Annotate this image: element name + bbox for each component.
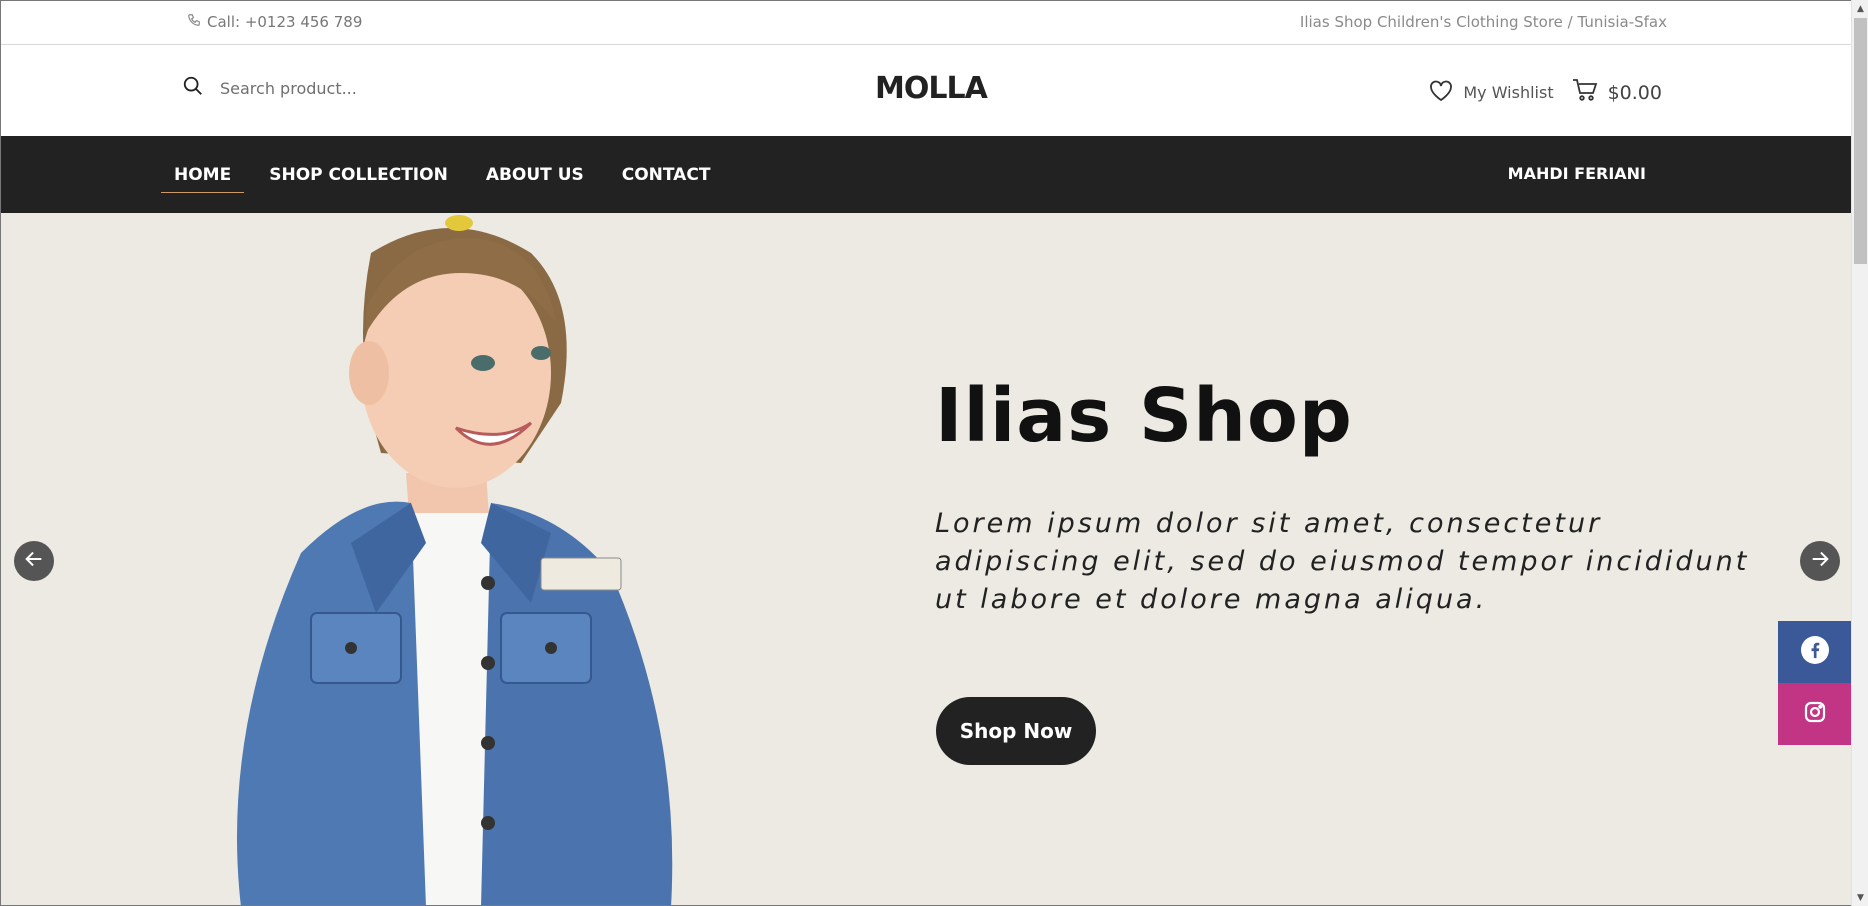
main-nav: HOME SHOP COLLECTION ABOUT US CONTACT MA…	[1, 136, 1851, 213]
phone-icon	[187, 13, 201, 31]
arrow-right-icon	[1809, 548, 1831, 574]
search-input[interactable]	[220, 78, 480, 98]
search-box	[182, 75, 480, 101]
facebook-link[interactable]	[1778, 621, 1851, 683]
header-actions: My Wishlist $0.00	[1429, 78, 1662, 107]
nav-menu: HOME SHOP COLLECTION ABOUT US CONTACT	[161, 136, 735, 213]
logo[interactable]: MOLLA	[875, 71, 988, 106]
nav-item-about-us[interactable]: ABOUT US	[473, 136, 597, 213]
hero-title: Ilias Shop	[935, 373, 1353, 459]
call-text: Call: +0123 456 789	[207, 13, 363, 31]
user-account[interactable]: MAHDI FERIANI	[1508, 164, 1646, 183]
shop-now-button[interactable]: Shop Now	[936, 697, 1096, 765]
top-bar: Call: +0123 456 789 Ilias Shop Children'…	[1, 1, 1851, 45]
arrow-left-icon	[23, 548, 45, 574]
hero-slider: Ilias Shop Lorem ipsum dolor sit amet, c…	[1, 213, 1851, 905]
search-icon[interactable]	[182, 75, 204, 101]
heart-icon	[1429, 80, 1453, 106]
wishlist-label: My Wishlist	[1463, 83, 1554, 102]
nav-item-shop-collection[interactable]: SHOP COLLECTION	[256, 136, 461, 213]
call-info[interactable]: Call: +0123 456 789	[187, 13, 362, 31]
scroll-up-icon[interactable]: ▲	[1852, 0, 1868, 17]
instagram-link[interactable]	[1778, 683, 1851, 745]
scroll-down-icon[interactable]: ▼	[1852, 889, 1868, 906]
hero-description: Lorem ipsum dolor sit amet, consectetur …	[935, 508, 1750, 615]
page-scrollbar[interactable]: ▲ ▼	[1851, 0, 1868, 906]
social-sidebar	[1778, 621, 1851, 745]
cart-icon	[1572, 78, 1598, 107]
hero-image	[237, 215, 673, 905]
page: Call: +0123 456 789 Ilias Shop Children'…	[0, 0, 1851, 906]
wishlist-link[interactable]: My Wishlist	[1429, 80, 1554, 106]
facebook-icon	[1801, 636, 1829, 668]
slider-next-button[interactable]	[1800, 541, 1840, 581]
header: MOLLA My Wishlist $0.00	[1, 45, 1851, 136]
cart-link[interactable]: $0.00	[1572, 78, 1662, 107]
scroll-thumb[interactable]	[1854, 18, 1867, 264]
cart-total: $0.00	[1607, 81, 1662, 104]
store-tagline: Ilias Shop Children's Clothing Store / T…	[1299, 13, 1667, 31]
slider-prev-button[interactable]	[14, 541, 54, 581]
instagram-icon	[1803, 700, 1827, 728]
nav-item-contact[interactable]: CONTACT	[609, 136, 724, 213]
nav-item-home[interactable]: HOME	[161, 136, 245, 213]
